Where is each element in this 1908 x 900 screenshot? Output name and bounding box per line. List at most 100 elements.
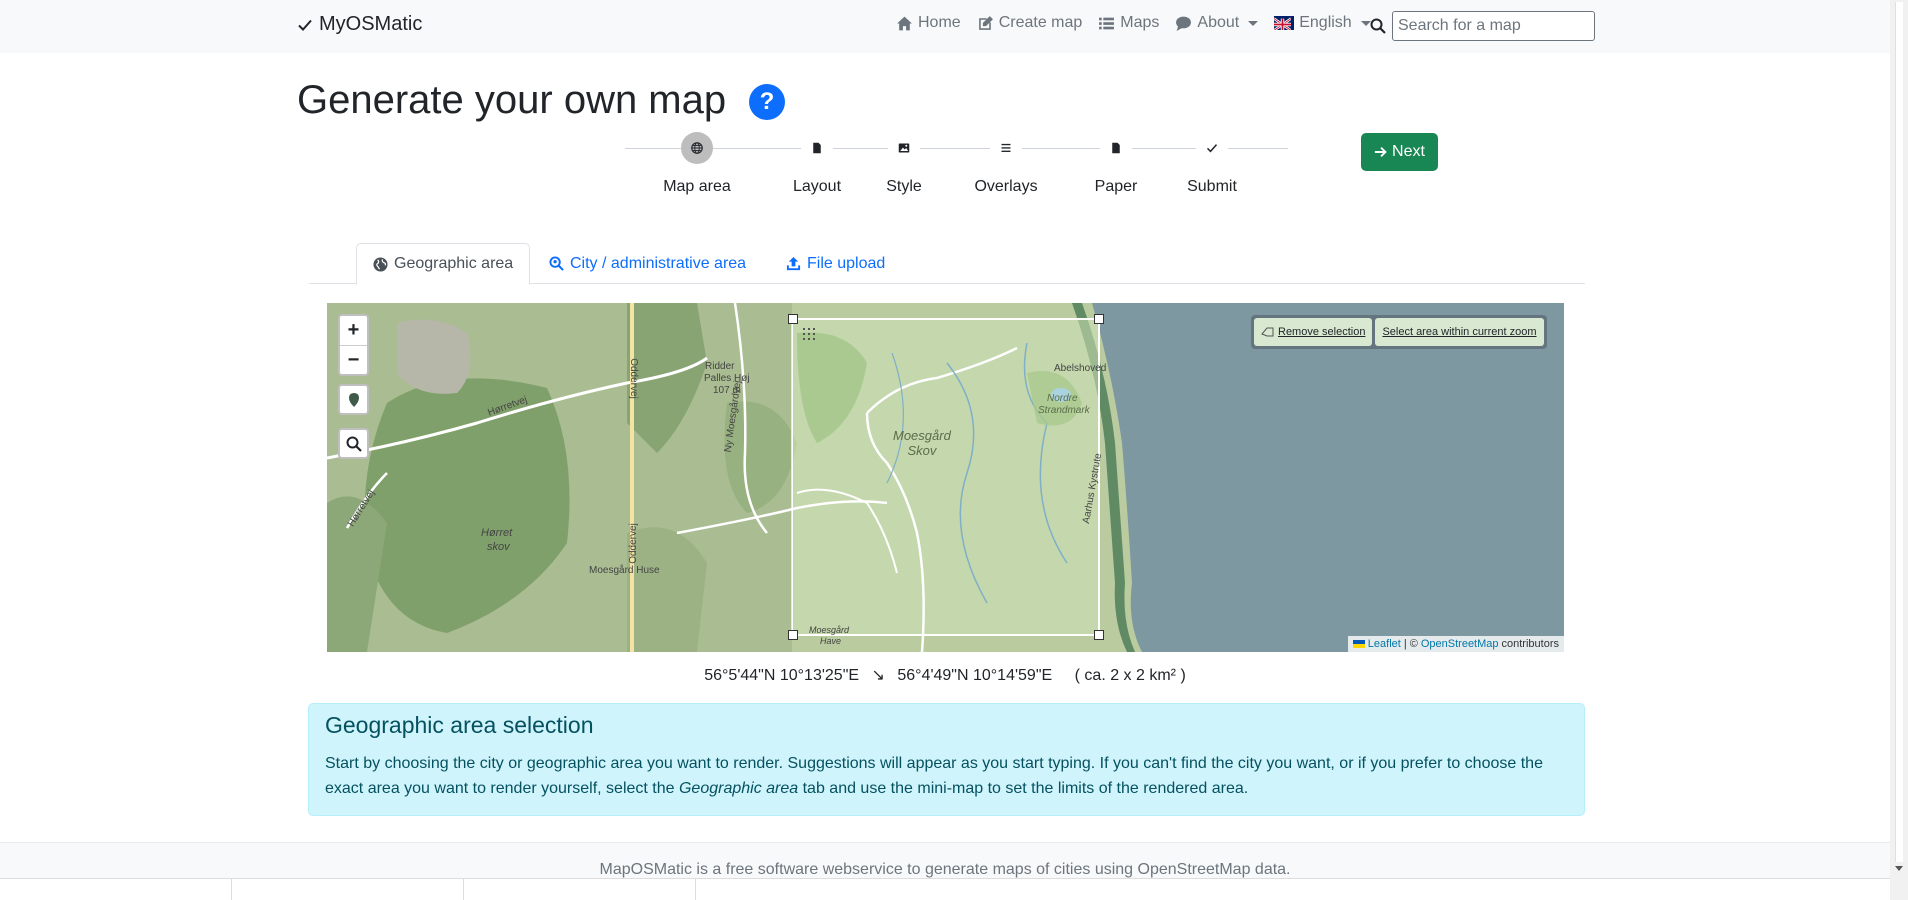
map-label: Moesgård <box>809 625 850 635</box>
upload-icon <box>786 256 801 271</box>
coords-arrow: ↘ <box>871 667 885 684</box>
search-input[interactable] <box>1392 11 1595 41</box>
map-label: skov <box>487 541 510 553</box>
help-icon[interactable]: ? <box>749 84 785 120</box>
step-label: Overlays <box>974 178 1038 195</box>
file-icon <box>1100 132 1132 164</box>
check-icon <box>298 19 312 31</box>
download-item[interactable] <box>232 879 464 900</box>
brand-link[interactable]: MyOSMatic <box>297 13 422 36</box>
area-tabs: Geographic area City / administrative ar… <box>309 243 1585 285</box>
map-label: Have <box>820 636 842 646</box>
info-text: Start by choosing the city or geographic… <box>325 751 1568 801</box>
tab-geographic-area[interactable]: Geographic area <box>356 243 531 285</box>
step-overlays[interactable]: Overlays <box>951 132 1061 196</box>
nav-language-label: English <box>1299 14 1352 31</box>
map-search <box>1370 11 1595 41</box>
map-label-line: Skov <box>907 443 937 458</box>
osm-link[interactable]: OpenStreetMap <box>1421 638 1499 650</box>
page-scrollbar[interactable] <box>1890 0 1908 900</box>
nav-about-label: About <box>1197 14 1240 31</box>
selection-coordinates: 56°5'44"N 10°13'25"E ↘ 56°4'49"N 10°14'5… <box>0 665 1890 685</box>
step-label: Paper <box>1094 178 1138 195</box>
leaflet-link[interactable]: Leaflet <box>1368 638 1401 650</box>
zoom-in-button[interactable]: + <box>340 316 367 345</box>
tab-label: Geographic area <box>394 255 514 272</box>
scrollbar-thumb[interactable] <box>1895 2 1903 862</box>
attribution-separator: | © <box>1403 638 1418 650</box>
download-item[interactable] <box>464 879 696 900</box>
step-paper[interactable]: Paper <box>1061 132 1171 196</box>
download-bar <box>0 878 1890 900</box>
page-title: Generate your own map <box>297 78 727 122</box>
map-label: Oddervej <box>627 523 639 564</box>
zoom-out-button[interactable]: − <box>340 345 367 374</box>
scroll-down-arrow-icon[interactable] <box>1895 866 1903 871</box>
nav-language-dropdown[interactable]: English <box>1274 14 1371 32</box>
nav-maps-label: Maps <box>1120 14 1160 31</box>
selection-handle-bottom-left[interactable] <box>788 630 798 640</box>
nav-home[interactable]: Home <box>896 14 961 32</box>
home-icon <box>897 16 912 30</box>
select-area-current-zoom-button[interactable]: Select area within current zoom <box>1375 318 1544 346</box>
map-marker-icon <box>348 392 359 407</box>
nav-about-dropdown[interactable]: About <box>1175 14 1259 32</box>
search-icon <box>1370 18 1386 34</box>
next-button-label: Next <box>1392 143 1425 160</box>
mini-map[interactable]: Ridder Palles Høj 107 m Hørretvej Hørret… <box>327 303 1564 652</box>
next-button[interactable]: Next <box>1361 133 1438 171</box>
tab-label: City / administrative area <box>570 254 747 272</box>
map-search-button[interactable] <box>338 428 369 459</box>
edit-icon <box>978 15 993 30</box>
marker-button[interactable] <box>338 384 369 415</box>
info-alert: Geographic area selection Start by choos… <box>308 703 1585 816</box>
info-text-emphasis: Geographic area <box>678 780 799 797</box>
nav-maps[interactable]: Maps <box>1098 14 1159 32</box>
selection-handle-top-right[interactable] <box>1094 314 1104 324</box>
map-attribution: Leaflet | © OpenStreetMap contributors <box>1347 636 1564 652</box>
selection-handle-top-left[interactable] <box>788 314 798 324</box>
info-text-part: tab and use the mini-map to set the limi… <box>798 780 1249 797</box>
map-label: Strandmark <box>1038 405 1090 416</box>
nav-create-map-label: Create map <box>998 14 1083 31</box>
step-label: Map area <box>663 178 731 195</box>
map-label: Oddervej <box>627 358 639 399</box>
step-label: Style <box>886 178 922 195</box>
check-icon <box>1196 132 1228 164</box>
nav-home-label: Home <box>918 14 961 31</box>
info-title: Geographic area selection <box>325 712 594 738</box>
selection-controls: Remove selection Select area within curr… <box>1251 315 1547 349</box>
navbar: MyOSMatic Home Create map Maps About Eng… <box>0 0 1890 53</box>
wizard-stepper: Map area Layout Style Overlays Paper Sub… <box>625 132 1288 202</box>
search-icon <box>346 436 362 452</box>
globe-icon <box>681 132 713 164</box>
map-tiles <box>327 303 1564 652</box>
map-label: Moesgård Skov <box>893 428 951 458</box>
list-icon <box>1099 17 1115 29</box>
tab-file-upload[interactable]: File upload <box>770 243 901 284</box>
map-label: Ridder <box>705 361 735 372</box>
step-style[interactable]: Style <box>849 132 959 196</box>
nav-links: Home Create map Maps About English <box>896 14 1387 32</box>
arrow-right-icon <box>1374 146 1387 158</box>
ukraine-flag-icon <box>1352 640 1365 648</box>
nav-create-map[interactable]: Create map <box>977 14 1083 32</box>
tab-city-admin-area[interactable]: City / administrative area <box>533 243 762 284</box>
image-icon <box>888 132 920 164</box>
chevron-down-icon <box>1248 20 1259 26</box>
step-submit[interactable]: Submit <box>1157 132 1267 196</box>
footer-text: MapOSMatic is a free software webservice… <box>599 861 1291 878</box>
list-icon <box>990 132 1022 164</box>
zoom-control: + − <box>338 314 369 376</box>
comment-icon <box>1176 16 1192 31</box>
tab-label: File upload <box>807 254 886 272</box>
brand-name: MyOSMatic <box>319 13 423 35</box>
drag-grid-icon[interactable] <box>802 327 816 341</box>
uk-flag-icon <box>1274 16 1295 30</box>
eraser-icon <box>1261 327 1274 336</box>
remove-selection-button[interactable]: Remove selection <box>1254 318 1373 346</box>
step-map-area[interactable]: Map area <box>642 132 752 196</box>
map-label-line: Moesgård <box>893 428 951 443</box>
download-item[interactable] <box>0 879 232 900</box>
selection-handle-bottom-right[interactable] <box>1094 630 1104 640</box>
